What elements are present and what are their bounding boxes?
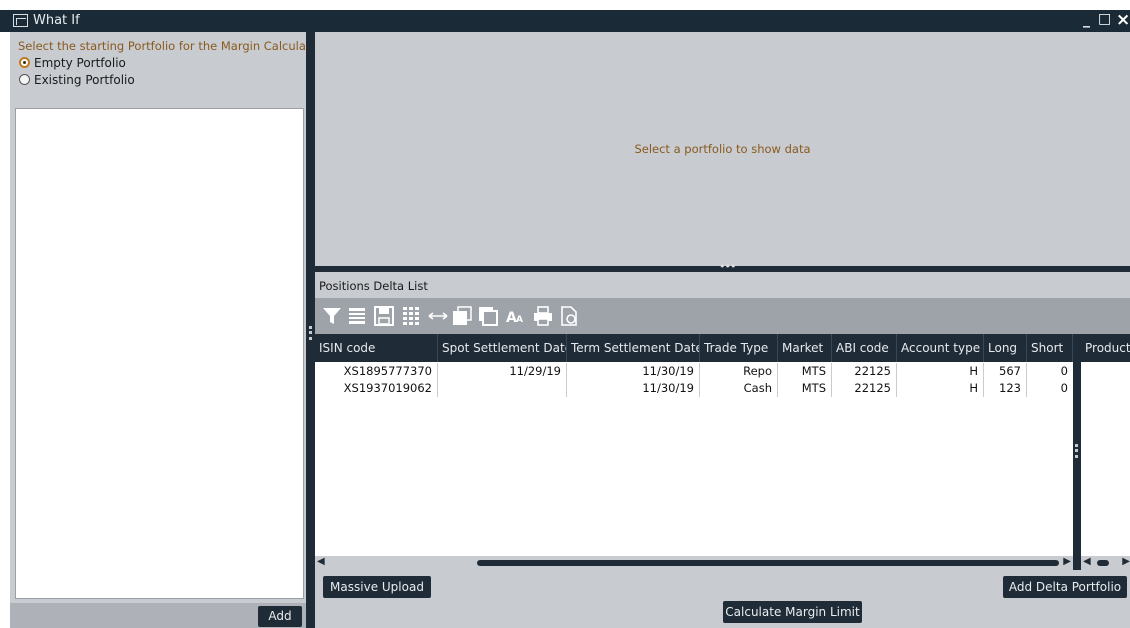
maximize-icon[interactable]: □ bbox=[1098, 11, 1111, 27]
frozen-scroll-left-icon[interactable]: ◀ bbox=[1083, 556, 1091, 567]
cell-isin: XS1895777370 bbox=[315, 363, 438, 380]
cell-short: 0 bbox=[1060, 381, 1068, 395]
portfolio-selection-panel: Select the starting Portfolio for the Ma… bbox=[10, 32, 328, 628]
table-row[interactable]: XS1895777370 11/29/19 11/30/19 Repo MTS … bbox=[315, 363, 1075, 380]
cell-spot-date: 11/29/19 bbox=[438, 363, 567, 380]
cell-market: MTS bbox=[778, 380, 832, 397]
cell-spot-date bbox=[438, 380, 567, 397]
cell-long: 123 bbox=[984, 380, 1027, 397]
scrollbar-thumb[interactable] bbox=[477, 560, 1059, 566]
col-abi-code[interactable]: ABI code bbox=[832, 334, 897, 362]
col-market[interactable]: Market bbox=[778, 334, 832, 362]
left-footer: Add bbox=[10, 603, 306, 628]
radio-empty-portfolio[interactable]: Empty Portfolio bbox=[19, 56, 126, 70]
cell-short: 0 bbox=[1060, 364, 1068, 378]
filter-icon[interactable] bbox=[321, 305, 343, 327]
radio-existing-portfolio[interactable]: Existing Portfolio bbox=[19, 73, 135, 87]
save-icon[interactable] bbox=[373, 305, 395, 327]
frozen-scroll-right-icon[interactable]: ▶ bbox=[1122, 556, 1130, 567]
portfolio-list[interactable] bbox=[15, 108, 304, 599]
print-icon[interactable] bbox=[532, 305, 554, 327]
cell-trade-type: Repo bbox=[700, 363, 778, 380]
calculate-margin-limit-button[interactable]: Calculate Margin Limit bbox=[723, 601, 862, 623]
positions-footer: Massive Upload Add Delta Portfolio Calcu… bbox=[315, 570, 1130, 628]
massive-upload-button[interactable]: Massive Upload bbox=[323, 576, 431, 598]
cell-abi-code: 22125 bbox=[832, 380, 897, 397]
cell-term-date: 11/30/19 bbox=[567, 363, 700, 380]
col-long[interactable]: Long bbox=[984, 334, 1027, 362]
table-row[interactable]: XS1937019062 11/30/19 Cash MTS 22125 H 1… bbox=[315, 380, 1075, 397]
grid-toolbar: AA bbox=[312, 298, 1130, 338]
radio-unselected-icon[interactable] bbox=[19, 74, 30, 85]
cell-term-date: 11/30/19 bbox=[567, 380, 700, 397]
col-spot-settlement-date[interactable]: Spot Settlement Date bbox=[438, 334, 567, 362]
window-title: What If bbox=[33, 13, 80, 28]
cell-market: MTS bbox=[778, 363, 832, 380]
empty-state-message: Select a portfolio to show data bbox=[634, 142, 811, 156]
portfolio-prompt: Select the starting Portfolio for the Ma… bbox=[18, 39, 328, 53]
portfolio-data-panel: Select a portfolio to show data bbox=[315, 32, 1130, 266]
font-size-icon[interactable]: AA bbox=[505, 305, 527, 327]
frozen-column-splitter[interactable] bbox=[1073, 334, 1081, 570]
frozen-columns-area bbox=[1081, 362, 1130, 570]
frozen-scrollbar-thumb[interactable] bbox=[1097, 560, 1109, 566]
add-button[interactable]: Add bbox=[258, 606, 302, 627]
list-icon[interactable] bbox=[346, 305, 368, 327]
cell-account-type: H bbox=[897, 363, 984, 380]
minimize-icon[interactable]: _ bbox=[1083, 12, 1090, 28]
copy-icon[interactable] bbox=[477, 305, 499, 327]
horizontal-scrollbar[interactable]: ◀ ▶ bbox=[315, 556, 1073, 570]
frozen-splitter-grip-icon[interactable] bbox=[1075, 444, 1078, 458]
frozen-horizontal-scrollbar[interactable]: ◀ ▶ bbox=[1081, 556, 1130, 570]
section-title: Positions Delta List bbox=[319, 279, 428, 293]
cell-account-type: H bbox=[897, 380, 984, 397]
radio-selected-icon[interactable] bbox=[19, 57, 30, 68]
positions-delta-panel: Positions Delta List AA ISIN code Spot S… bbox=[312, 272, 1130, 628]
radio-label-empty: Empty Portfolio bbox=[34, 56, 126, 70]
window-icon[interactable] bbox=[451, 305, 473, 327]
radio-label-existing: Existing Portfolio bbox=[34, 73, 135, 87]
app-window-icon bbox=[13, 14, 28, 27]
col-product[interactable]: Product bbox=[1081, 334, 1130, 362]
scroll-left-icon[interactable]: ◀ bbox=[317, 556, 325, 567]
arrow-range-icon[interactable] bbox=[427, 305, 449, 327]
cell-long: 567 bbox=[984, 363, 1027, 380]
col-isin-code[interactable]: ISIN code bbox=[315, 334, 438, 362]
window-titlebar: What If _ □ × bbox=[0, 10, 1130, 32]
cell-abi-code: 22125 bbox=[832, 363, 897, 380]
window-border bbox=[0, 32, 10, 628]
col-term-settlement-date[interactable]: Term Settlement Date bbox=[567, 334, 700, 362]
columns-icon[interactable] bbox=[400, 305, 422, 327]
cell-isin: XS1937019062 bbox=[315, 380, 438, 397]
grid-header: ISIN code Spot Settlement Date Term Sett… bbox=[315, 334, 1130, 362]
scroll-right-icon[interactable]: ▶ bbox=[1063, 556, 1071, 567]
add-delta-portfolio-button[interactable]: Add Delta Portfolio bbox=[1003, 576, 1127, 598]
col-account-type[interactable]: Account type bbox=[897, 334, 984, 362]
positions-grid: ISIN code Spot Settlement Date Term Sett… bbox=[315, 334, 1130, 570]
export-icon[interactable] bbox=[558, 305, 580, 327]
close-icon[interactable]: × bbox=[1116, 10, 1130, 30]
cell-trade-type: Cash bbox=[700, 380, 778, 397]
col-short[interactable]: Short bbox=[1027, 334, 1073, 362]
svg-text:A: A bbox=[516, 315, 523, 325]
col-trade-type[interactable]: Trade Type bbox=[700, 334, 778, 362]
